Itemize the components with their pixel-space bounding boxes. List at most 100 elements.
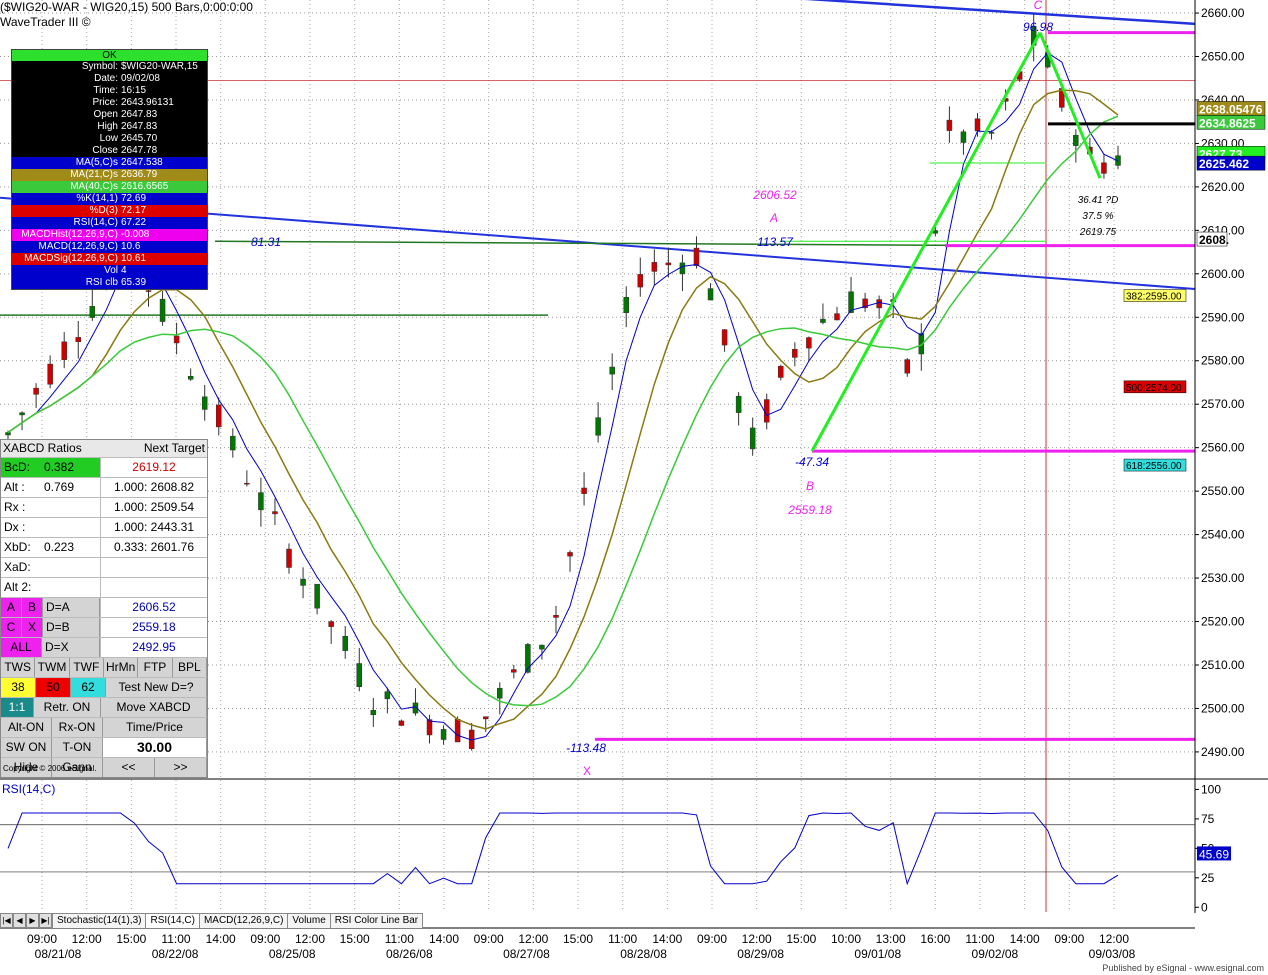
rx-on-button[interactable]: Rx-ON bbox=[52, 718, 103, 737]
data-row-label: %K(14,1) bbox=[76, 193, 118, 204]
data-row-label: MACD(12,26,9,C) bbox=[38, 241, 118, 252]
point-c-button[interactable]: C bbox=[1, 618, 22, 637]
target-d-eq-b-button[interactable]: D=B bbox=[43, 618, 100, 637]
candle-body bbox=[1101, 162, 1107, 174]
data-row-label: Close bbox=[92, 145, 118, 156]
data-row-label: MA(40,C)s bbox=[70, 181, 118, 192]
tool-buttons: TWS TWM TWF HrMn FTP BPL bbox=[1, 657, 207, 677]
rsi-tick-label: 75 bbox=[1201, 812, 1215, 826]
tab-scroll-next-icon[interactable]: ▶ bbox=[26, 913, 39, 928]
target-d-eq-a-button[interactable]: D=A bbox=[43, 598, 100, 617]
date-tick-label: 08/25/08 bbox=[269, 947, 316, 961]
alt-on-button[interactable]: Alt-ON bbox=[1, 718, 52, 737]
fib-row: 38 50 62 Test New D=? bbox=[1, 677, 207, 697]
rsi-tick-label: 0 bbox=[1201, 900, 1208, 914]
data-row-value: 65.39 bbox=[121, 277, 147, 288]
tab-scroll-first-icon[interactable]: |◀ bbox=[0, 913, 13, 928]
point-x-button[interactable]: X bbox=[22, 618, 43, 637]
price-tick-label: 2510.00 bbox=[1201, 658, 1245, 672]
candle-body bbox=[454, 718, 461, 743]
data-row-value: 72.17 bbox=[121, 205, 147, 216]
target-d-eq-x-button[interactable]: D=X bbox=[42, 638, 100, 657]
fib-62-button[interactable]: 62 bbox=[71, 678, 106, 697]
tool-twm-button[interactable]: TWM bbox=[35, 658, 70, 677]
point-b-button[interactable]: B bbox=[22, 598, 43, 617]
rsi-value-label: 45.69 bbox=[1199, 847, 1229, 861]
candle-body bbox=[356, 663, 363, 687]
tab-0[interactable]: Stochastic(14(1),3) bbox=[52, 913, 147, 928]
price-tick-label: 2540.00 bbox=[1201, 528, 1245, 542]
time-price-button[interactable]: Time/Price bbox=[103, 718, 207, 737]
xabcd-panel[interactable]: XABCD Ratios Next Target BcD: 0.382 2619.1… bbox=[0, 439, 208, 778]
tab-scroll-last-icon[interactable]: ▶| bbox=[39, 913, 52, 928]
tab-2[interactable]: MACD(12,26,9,C) bbox=[198, 913, 289, 928]
time-tick-label: 11:00 bbox=[385, 932, 414, 946]
date-tick-label: 08/21/08 bbox=[35, 947, 82, 961]
fib-38-button[interactable]: 38 bbox=[1, 678, 36, 697]
data-row-value: 4 bbox=[121, 265, 127, 276]
data-row-label: High bbox=[97, 121, 118, 132]
candle-body bbox=[834, 313, 840, 321]
tab-4[interactable]: RSI Color Line Bar bbox=[329, 913, 424, 928]
prev-button[interactable]: << bbox=[103, 758, 155, 777]
upper-trendline bbox=[804, 0, 1196, 26]
b-osc-label: -47.34 bbox=[795, 455, 829, 469]
move-xabcd-button[interactable]: Move XABCD bbox=[101, 698, 207, 717]
data-row-value: $WIG20-WAR,15 bbox=[121, 61, 198, 72]
tool-ftp-button[interactable]: FTP bbox=[138, 658, 173, 677]
time-value-field[interactable]: 30.00 bbox=[103, 738, 207, 757]
alt-row: Alt-ON Rx-ON Time/Price bbox=[1, 717, 207, 737]
tool-bpl-button[interactable]: BPL bbox=[172, 658, 207, 677]
target-value bbox=[101, 558, 207, 577]
tool-twf-button[interactable]: TWF bbox=[69, 658, 104, 677]
data-row-label: Vol bbox=[104, 265, 118, 276]
data-window-status[interactable]: OK bbox=[12, 50, 207, 61]
data-row-4: Open 2647.83 bbox=[12, 109, 207, 121]
candle-body bbox=[300, 578, 306, 586]
candle-body bbox=[159, 298, 166, 322]
ratio-row: XbD: 0.223 0.333: 2601.76 bbox=[1, 537, 207, 557]
sw-on-button[interactable]: SW ON bbox=[1, 738, 52, 757]
data-row-label: Low bbox=[99, 133, 118, 144]
data-row-0: Symbol: $WIG20-WAR,15 bbox=[12, 61, 207, 73]
test-new-d-button[interactable]: Test New D=? bbox=[106, 678, 207, 697]
fib-level-label: 500:2574.00 bbox=[1126, 383, 1182, 394]
time-tick-label: 10:00 bbox=[831, 932, 861, 946]
ratio-row: Rx : 1.000: 2509.54 bbox=[1, 497, 207, 517]
time-tick-label: 12:00 bbox=[742, 932, 772, 946]
point-all-button[interactable]: ALL bbox=[1, 638, 42, 657]
price-tick-label: 2590.00 bbox=[1201, 310, 1245, 324]
tool-tws-button[interactable]: TWS bbox=[1, 658, 36, 677]
retr-on-button[interactable]: Retr. ON bbox=[34, 698, 101, 717]
t-on-button[interactable]: T-ON bbox=[52, 738, 103, 757]
time-tick-label: 12:00 bbox=[518, 932, 548, 946]
data-row-label: %D(3) bbox=[89, 205, 118, 216]
fib-level-label: 618:2556.00 bbox=[1126, 461, 1182, 472]
data-window[interactable]: OK Symbol: $WIG20-WAR,15 Date: 09/02/08 Time… bbox=[11, 49, 208, 290]
tool-hrmn-button[interactable]: HrMn bbox=[103, 658, 139, 677]
a-price-label: 2606.52 bbox=[752, 188, 797, 202]
candle-body bbox=[778, 365, 784, 378]
xabcd-ratios-title: XABCD Ratios bbox=[3, 441, 82, 455]
candle-body bbox=[187, 375, 194, 380]
data-row-label: RSI(14,C) bbox=[73, 217, 118, 228]
point-a-button[interactable]: A bbox=[1, 598, 22, 617]
tab-scroll-prev-icon[interactable]: ◀ bbox=[13, 913, 26, 928]
data-row-value: 72.69 bbox=[121, 193, 147, 204]
tab-1[interactable]: RSI(14,C) bbox=[145, 913, 200, 928]
tab-3[interactable]: Volume bbox=[287, 913, 331, 928]
data-row-12: %D(3) 72.17 bbox=[12, 205, 207, 217]
candle-body bbox=[1073, 134, 1079, 146]
candle-body bbox=[426, 719, 433, 736]
chart-subtitle: WaveTrader III © bbox=[0, 15, 91, 29]
data-row-value: 2643.96131 bbox=[121, 97, 174, 108]
candle-body bbox=[735, 395, 742, 413]
fib-50-button[interactable]: 50 bbox=[36, 678, 71, 697]
date-tick-label: 08/26/08 bbox=[386, 947, 433, 961]
data-row-label: Date: bbox=[94, 73, 118, 84]
candle-body bbox=[482, 716, 489, 720]
candle-body bbox=[201, 396, 208, 410]
ratio-1-1-button[interactable]: 1:1 bbox=[1, 698, 34, 717]
next-button[interactable]: >> bbox=[155, 758, 207, 777]
time-tick-label: 09:00 bbox=[250, 932, 280, 946]
